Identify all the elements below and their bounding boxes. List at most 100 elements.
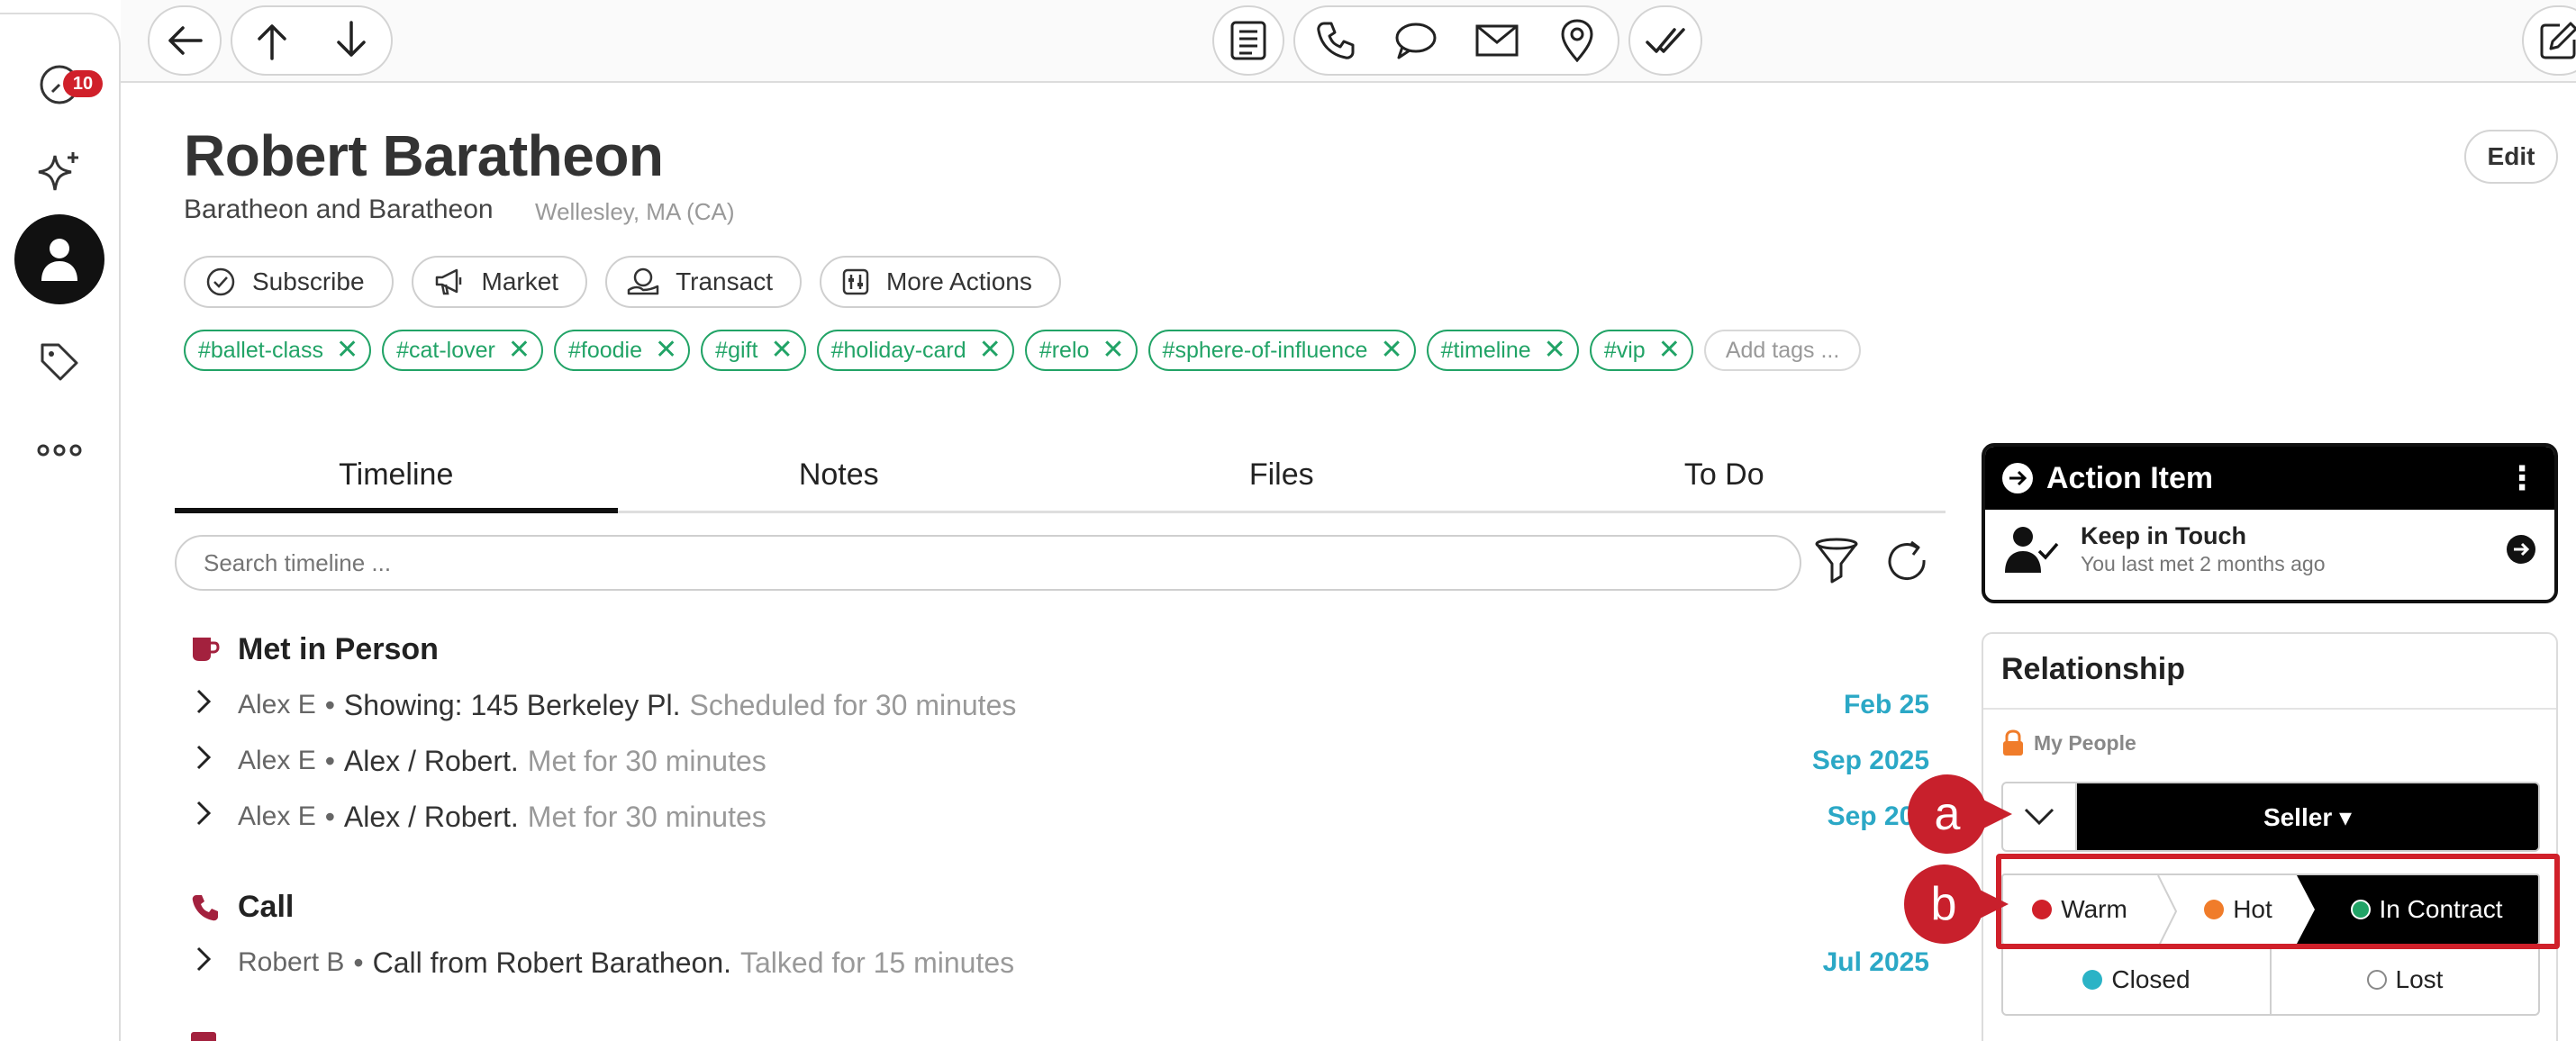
action-item-card[interactable]: Action Item ⋮ Keep in Touch You last met…: [1982, 443, 2558, 603]
content-tabs: Timeline Notes Files To Do: [175, 450, 1946, 513]
arrow-right-circle-icon[interactable]: [2506, 534, 2536, 565]
phone-icon: [1317, 22, 1355, 59]
activity-button[interactable]: 10: [14, 38, 104, 128]
tab-files[interactable]: Files: [1060, 450, 1503, 511]
add-tags-input[interactable]: Add tags ...: [1703, 330, 1862, 371]
record-nav: [231, 5, 393, 76]
separator: •: [324, 744, 335, 777]
entry-detail: Met for 30 minutes: [527, 744, 766, 777]
separator: •: [353, 946, 364, 979]
subscribe-button[interactable]: Subscribe: [184, 256, 394, 308]
tasks-button[interactable]: [1628, 5, 1702, 76]
remove-tag-icon[interactable]: ✕: [979, 337, 1002, 364]
next-record-button[interactable]: [324, 14, 378, 68]
timeline-search-input[interactable]: [204, 548, 1773, 577]
chevron-down-icon: [2024, 808, 2054, 826]
remove-tag-icon[interactable]: ✕: [655, 337, 677, 364]
tab-timeline[interactable]: Timeline: [175, 450, 618, 513]
more-actions-label: More Actions: [885, 267, 1032, 295]
tab-notes[interactable]: Notes: [618, 450, 1061, 511]
entry-author: Alex E: [238, 801, 316, 831]
chevron-right-icon[interactable]: [195, 744, 231, 778]
remove-tag-icon[interactable]: ✕: [770, 337, 793, 364]
tag-label: #foodie: [568, 337, 643, 363]
entry-author: Alex E: [238, 690, 316, 720]
tag-chip: #timeline ✕: [1426, 330, 1579, 371]
role-button[interactable]: Seller ▾: [2077, 783, 2538, 850]
lost-dot-icon: [2366, 970, 2387, 990]
more-button[interactable]: [14, 405, 104, 495]
action-item-title: Action Item: [2046, 460, 2214, 495]
relationship-group-label: My People: [2034, 730, 2136, 755]
lock-icon: [2003, 729, 2023, 756]
filter-button[interactable]: [1814, 537, 1859, 592]
tab-todo[interactable]: To Do: [1503, 450, 1946, 511]
entry-author: Alex E: [238, 746, 316, 775]
tags-button[interactable]: [14, 317, 104, 407]
chevron-right-icon[interactable]: [195, 688, 231, 722]
document-icon: [1230, 21, 1266, 60]
remove-tag-icon[interactable]: ✕: [1658, 337, 1681, 364]
timeline-row[interactable]: Alex E • Alex / Robert. Met for 30 minut…: [195, 800, 1929, 834]
group-title: Call: [238, 890, 295, 924]
transact-button[interactable]: Transact: [605, 256, 802, 308]
role-dropdown-toggle[interactable]: [2003, 783, 2077, 850]
message-button[interactable]: [1389, 14, 1443, 68]
relationship-group: My People: [2001, 729, 2136, 756]
remove-tag-icon[interactable]: ✕: [1544, 337, 1566, 364]
location-button[interactable]: [1550, 14, 1604, 68]
chevron-right-icon[interactable]: [195, 946, 231, 980]
tag-icon: [41, 343, 78, 381]
tag-label: #timeline: [1440, 337, 1531, 363]
market-button[interactable]: Market: [411, 256, 588, 308]
contact-actions: Subscribe Market Transact More Actions: [184, 256, 1061, 308]
remove-tag-icon[interactable]: ✕: [508, 337, 531, 364]
timeline-row[interactable]: Alex E • Showing: 145 Berkeley Pl. Sched…: [195, 688, 1929, 722]
email-button[interactable]: [1470, 14, 1524, 68]
timeline-group-met: Met in Person: [191, 632, 439, 667]
ai-button[interactable]: [14, 128, 104, 218]
phone-icon: [192, 894, 218, 920]
previous-record-button[interactable]: [245, 14, 299, 68]
refresh-icon: [1888, 540, 1926, 581]
refresh-button[interactable]: [1884, 539, 1931, 590]
stage-label: Hot: [2233, 895, 2272, 923]
entry-detail: Talked for 15 minutes: [740, 946, 1015, 979]
back-button[interactable]: [148, 5, 222, 76]
edit-button[interactable]: Edit: [2464, 130, 2558, 184]
stage-in-contract[interactable]: In Contract: [2297, 875, 2538, 944]
outcome-closed[interactable]: Closed: [2003, 946, 2270, 1014]
stage-hot[interactable]: Hot: [2180, 875, 2297, 944]
pipeline-stages: Warm Hot In Contract: [2001, 874, 2540, 946]
annotation-a: a: [1908, 774, 2012, 854]
tag-chip: #gift ✕: [701, 330, 806, 371]
timeline-search: [175, 535, 1801, 591]
call-button[interactable]: [1309, 14, 1363, 68]
timeline-row[interactable]: Alex E • Alex / Robert. Met for 30 minut…: [195, 744, 1929, 778]
top-toolbar: [121, 0, 2576, 83]
tag-label: #ballet-class: [198, 337, 323, 363]
outcome-lost[interactable]: Lost: [2270, 946, 2538, 1014]
contact-methods: [1293, 5, 1619, 76]
stage-warm[interactable]: Warm: [2003, 875, 2156, 944]
tag-chip: #sphere-of-influence ✕: [1147, 330, 1416, 371]
tag-chip: #relo ✕: [1024, 330, 1138, 371]
remove-tag-icon[interactable]: ✕: [1102, 337, 1124, 364]
more-actions-button[interactable]: More Actions: [819, 256, 1061, 308]
entry-date: Jul 2025: [1822, 947, 1929, 977]
annotation-b: b: [1904, 864, 2009, 944]
more-icon: [37, 444, 82, 457]
chevron-right-icon[interactable]: [195, 800, 231, 834]
tag-chip: #ballet-class ✕: [184, 330, 372, 371]
kebab-menu-icon[interactable]: ⋮: [2506, 459, 2538, 497]
in-contract-dot-icon: [2350, 900, 2371, 919]
remove-tag-icon[interactable]: ✕: [1380, 337, 1402, 364]
tag-label: #holiday-card: [830, 337, 966, 363]
tag-chip: #holiday-card ✕: [816, 330, 1014, 371]
compose-button[interactable]: [2522, 5, 2576, 76]
market-label: Market: [481, 267, 559, 295]
remove-tag-icon[interactable]: ✕: [336, 337, 358, 364]
contacts-button[interactable]: [14, 214, 104, 304]
notes-button[interactable]: [1212, 5, 1284, 76]
timeline-row[interactable]: Robert B • Call from Robert Baratheon. T…: [195, 946, 1929, 980]
